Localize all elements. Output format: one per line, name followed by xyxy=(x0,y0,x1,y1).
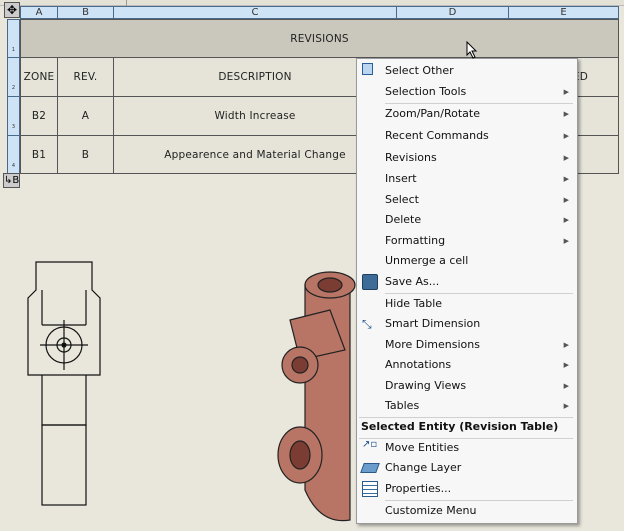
header-cell-description[interactable]: DESCRIPTION xyxy=(113,57,397,97)
menu-item-label: Recent Commands xyxy=(385,129,489,142)
menu-item-select-other[interactable]: Select Other xyxy=(357,61,577,81)
column-header-b[interactable]: B xyxy=(57,6,114,19)
front-view[interactable] xyxy=(27,261,101,506)
column-header-d[interactable]: D xyxy=(396,6,509,19)
menu-item-label: Tables xyxy=(385,399,420,412)
menu-item-move-entities[interactable]: ↗▫ Move Entities xyxy=(357,438,577,458)
context-menu[interactable]: Select Other Selection Tools ▶ Zoom/Pan/R… xyxy=(356,58,578,524)
menu-item-label: More Dimensions xyxy=(385,338,480,351)
menu-item-properties[interactable]: Properties... xyxy=(357,479,577,499)
row-header-4[interactable]: 4 xyxy=(7,135,20,174)
menu-item-label: Insert xyxy=(385,172,417,185)
menu-item-delete[interactable]: Delete ▶ xyxy=(357,210,577,230)
table-move-handle[interactable]: ✥ xyxy=(4,2,20,18)
cell-rev[interactable]: B xyxy=(57,135,114,174)
menu-item-label: Select xyxy=(385,193,419,206)
submenu-arrow-icon: ▶ xyxy=(563,132,569,140)
isometric-view[interactable] xyxy=(277,271,356,522)
row-header-3[interactable]: 3 xyxy=(7,96,20,136)
submenu-arrow-icon: ▶ xyxy=(563,154,569,162)
menu-item-more-dimensions[interactable]: More Dimensions ▶ xyxy=(357,335,577,355)
menu-item-label: Zoom/Pan/Rotate xyxy=(385,107,480,120)
menu-item-hide-table[interactable]: Hide Table xyxy=(357,294,577,314)
menu-item-label: Formatting xyxy=(385,234,446,247)
menu-item-change-layer[interactable]: Change Layer xyxy=(357,458,577,478)
menu-item-unmerge-cell[interactable]: Unmerge a cell xyxy=(357,251,577,271)
menu-item-label: Smart Dimension xyxy=(385,317,481,330)
cell-description[interactable]: Width Increase xyxy=(113,96,397,136)
header-cell-rev[interactable]: REV. xyxy=(57,57,114,97)
row-header-2[interactable]: 2 xyxy=(7,57,20,97)
submenu-arrow-icon: ▶ xyxy=(563,196,569,204)
menu-item-label: Properties... xyxy=(385,482,452,495)
cell-rev[interactable]: A xyxy=(57,96,114,136)
submenu-arrow-icon: ▶ xyxy=(563,237,569,245)
menu-section-header: Selected Entity (Revision Table) xyxy=(361,420,559,433)
submenu-arrow-icon: ▶ xyxy=(563,402,569,410)
menu-item-annotations[interactable]: Annotations ▶ xyxy=(357,355,577,375)
menu-item-label: Move Entities xyxy=(385,441,460,454)
smart-dimension-icon: ⤡ xyxy=(362,317,372,331)
menu-item-drawing-views[interactable]: Drawing Views ▶ xyxy=(357,376,577,396)
menu-item-formatting[interactable]: Formatting ▶ xyxy=(357,231,577,251)
select-other-icon xyxy=(362,63,373,75)
menu-item-selection-tools[interactable]: Selection Tools ▶ xyxy=(357,82,577,102)
submenu-arrow-icon: ▶ xyxy=(563,216,569,224)
column-header-e[interactable]: E xyxy=(508,6,619,19)
menu-item-label: Revisions xyxy=(385,151,437,164)
menu-item-insert[interactable]: Insert ▶ xyxy=(357,169,577,189)
submenu-arrow-icon: ▶ xyxy=(563,382,569,390)
menu-item-select[interactable]: Select ▶ xyxy=(357,190,577,210)
properties-icon xyxy=(362,481,378,497)
row-header-1[interactable]: 1 xyxy=(7,19,20,58)
cell-zone[interactable]: B1 xyxy=(20,135,58,174)
menu-item-label: Customize Menu xyxy=(385,504,477,517)
menu-item-label: Unmerge a cell xyxy=(385,254,469,267)
drawing-views[interactable] xyxy=(0,190,360,531)
menu-item-customize-menu[interactable]: Customize Menu xyxy=(357,501,577,521)
menu-item-label: Select Other xyxy=(385,64,454,77)
menu-item-label: Selection Tools xyxy=(385,85,467,98)
cell-zone[interactable]: B2 xyxy=(20,96,58,136)
cell-description[interactable]: Appearence and Material Change xyxy=(113,135,397,174)
change-layer-icon xyxy=(360,463,380,473)
column-header-a[interactable]: A xyxy=(20,6,58,19)
menu-item-label: Delete xyxy=(385,213,422,226)
move-entities-icon: ↗▫ xyxy=(362,439,378,450)
menu-item-zoom-pan-rotate[interactable]: Zoom/Pan/Rotate ▶ xyxy=(357,104,577,124)
menu-item-recent-commands[interactable]: Recent Commands ▶ xyxy=(357,126,577,146)
submenu-arrow-icon: ▶ xyxy=(563,175,569,183)
header-cell-zone[interactable]: ZONE xyxy=(20,57,58,97)
submenu-arrow-icon: ▶ xyxy=(563,341,569,349)
anchor-label: B xyxy=(12,175,20,186)
menu-item-label: Hide Table xyxy=(385,297,443,310)
menu-item-label: Change Layer xyxy=(385,461,462,474)
menu-item-label: Drawing Views xyxy=(385,379,467,392)
submenu-arrow-icon: ▶ xyxy=(563,361,569,369)
mouse-cursor-icon xyxy=(466,41,478,59)
save-as-icon xyxy=(362,274,378,290)
revisions-title-cell[interactable]: REVISIONS xyxy=(20,19,619,58)
menu-item-label: Save As... xyxy=(385,275,440,288)
menu-item-label: Annotations xyxy=(385,358,452,371)
column-header-c[interactable]: C xyxy=(113,6,397,19)
menu-item-revisions[interactable]: Revisions ▶ xyxy=(357,148,577,168)
menu-item-tables[interactable]: Tables ▶ xyxy=(357,396,577,416)
table-anchor-handle[interactable]: ↳B xyxy=(3,173,20,188)
menu-item-smart-dimension[interactable]: ⤡ Smart Dimension xyxy=(357,314,577,334)
menu-item-save-as[interactable]: Save As... xyxy=(357,272,577,292)
submenu-arrow-icon: ▶ xyxy=(563,110,569,118)
submenu-arrow-icon: ▶ xyxy=(563,88,569,96)
